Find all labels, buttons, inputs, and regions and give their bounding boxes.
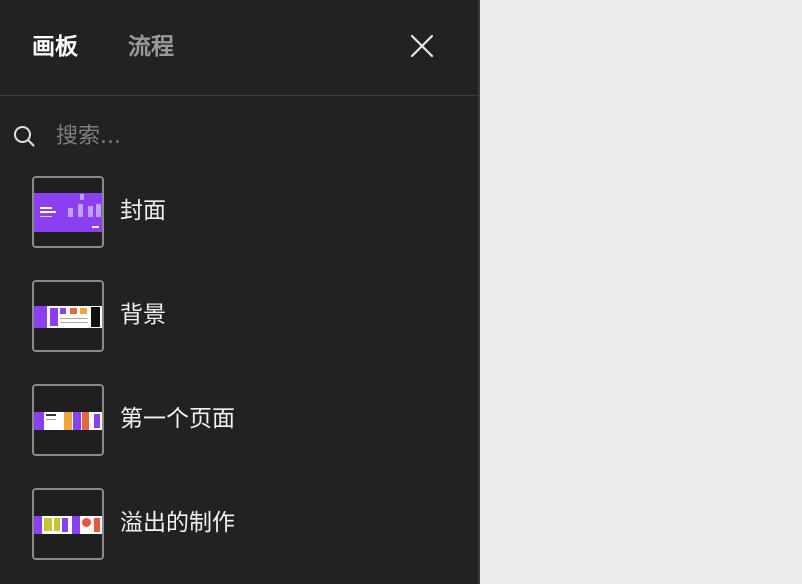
canvas-area[interactable] [480, 0, 802, 584]
board-label: 背景 [120, 302, 166, 328]
board-thumbnail [32, 280, 104, 352]
board-thumbnail [32, 488, 104, 560]
board-label: 封面 [120, 198, 166, 224]
tab-artboards[interactable]: 画板 [32, 30, 78, 64]
board-item-background[interactable]: 背景 [0, 272, 478, 376]
search-input[interactable] [56, 118, 436, 154]
tab-flows[interactable]: 流程 [128, 30, 174, 64]
header-divider [0, 95, 478, 96]
boards-panel: 画板 流程 搜索... 封面 背景 第一个页面 溢出的制作 [0, 0, 478, 584]
board-label: 溢出的制作 [120, 510, 235, 536]
board-item-first-page[interactable]: 第一个页面 [0, 376, 478, 480]
close-icon [410, 34, 434, 58]
close-button[interactable] [404, 28, 440, 64]
board-list: 封面 背景 第一个页面 溢出的制作 [0, 168, 478, 584]
board-thumbnail [32, 384, 104, 456]
search-bar [0, 112, 478, 160]
board-label: 第一个页面 [120, 406, 235, 432]
panel-tabs: 画板 流程 [0, 0, 478, 95]
board-thumbnail [32, 176, 104, 248]
board-item-overflow[interactable]: 溢出的制作 [0, 480, 478, 584]
board-item-cover[interactable]: 封面 [0, 168, 478, 272]
search-icon [14, 126, 35, 147]
